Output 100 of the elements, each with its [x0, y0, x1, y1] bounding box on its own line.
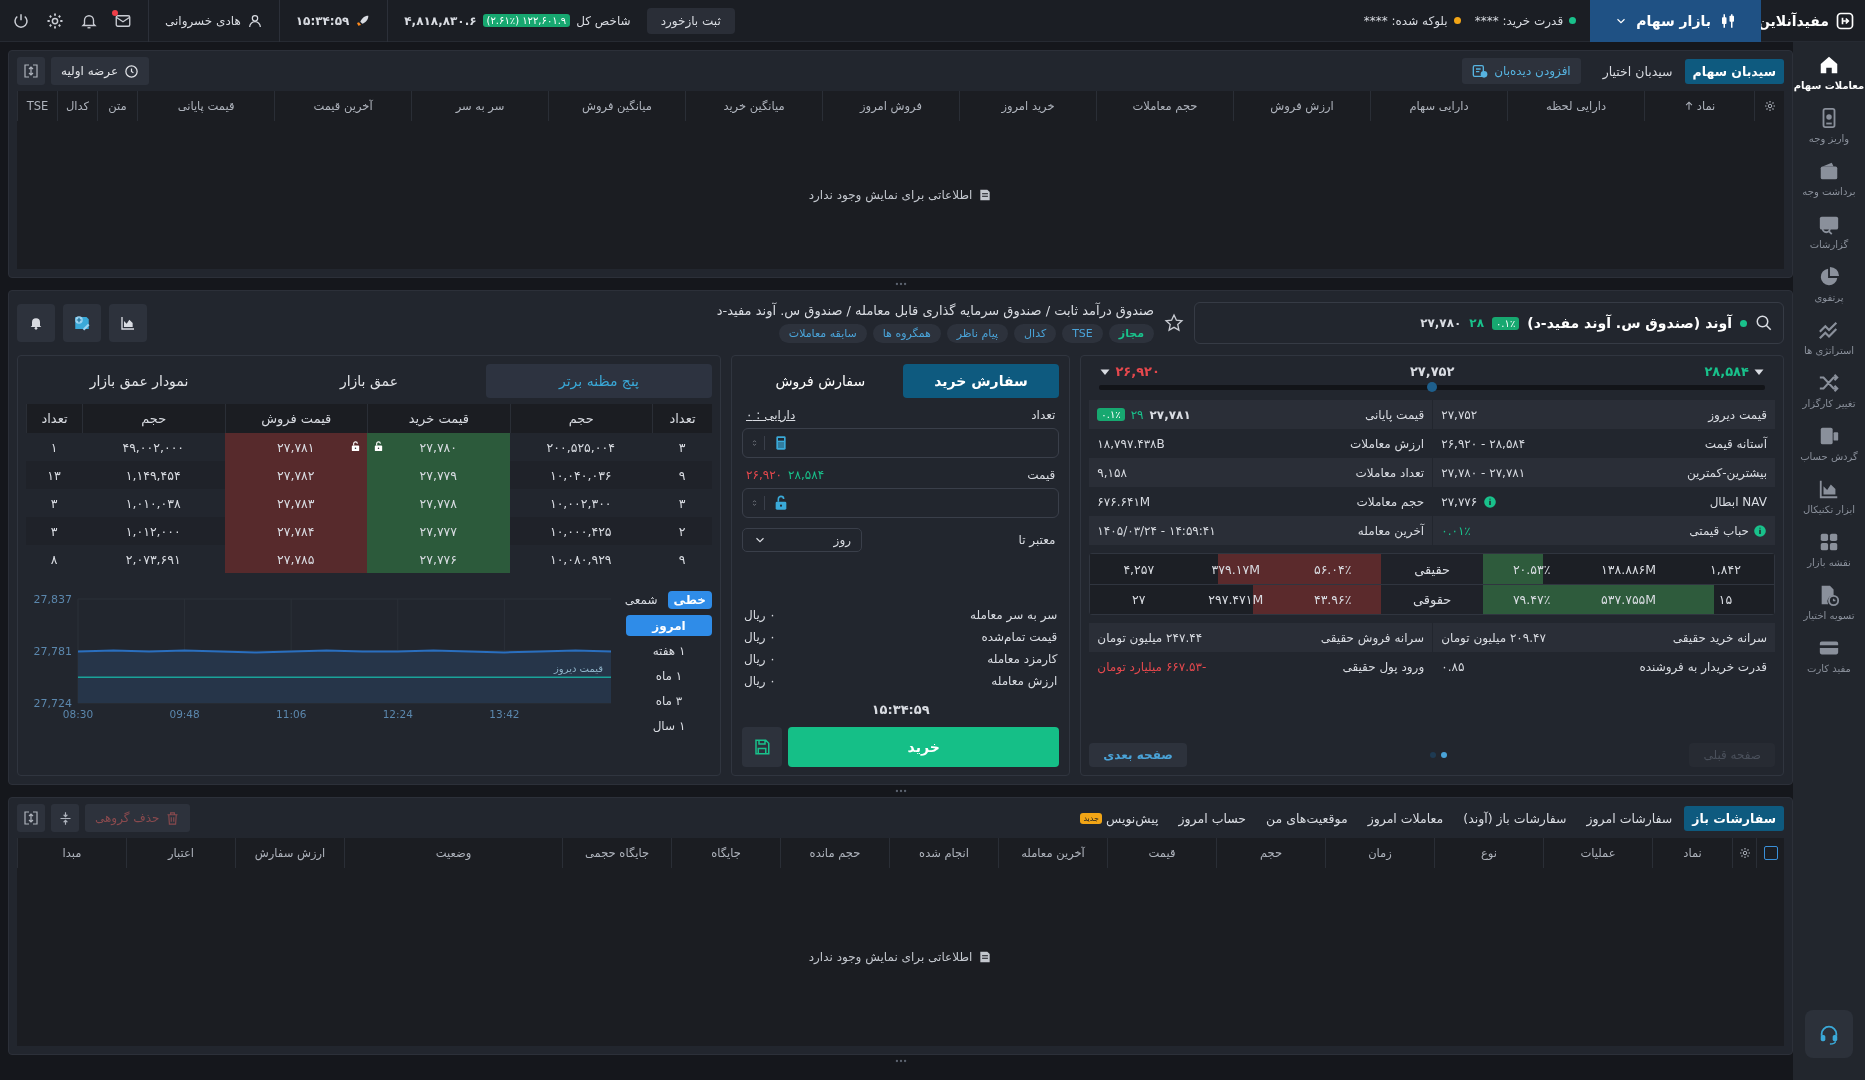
sidebar-item[interactable]: گزارشات — [1793, 207, 1865, 260]
axis-tick-label: 08:30 — [62, 708, 94, 720]
orders-tab[interactable]: سفارشات باز — [1684, 805, 1784, 831]
bid-price-cell[interactable]: ۲۷,۷۷۷ — [367, 517, 510, 545]
lower-price-limit: ۲۶,۹۲۰ — [1115, 364, 1160, 379]
chart-type-toggle[interactable]: شمعی — [618, 591, 664, 609]
price-field[interactable] — [742, 488, 1060, 518]
table-cell-text: ۱۰,۰۸۰,۹۲۹ — [548, 550, 613, 569]
page-dot[interactable] — [1440, 752, 1447, 758]
link-tag[interactable]: همگروه ها — [872, 324, 941, 343]
sidebar-item[interactable]: تسویه اختیار — [1793, 578, 1865, 631]
calculator-icon[interactable] — [773, 435, 789, 451]
sidebar-item[interactable]: پرتفوی — [1793, 260, 1865, 313]
orders-tab[interactable]: حساب امروز — [1170, 805, 1255, 831]
ipo-button[interactable]: عرضه اولیه — [51, 57, 150, 85]
orders-tab[interactable]: پیش‌نویس جدید — [1072, 805, 1167, 831]
stat-label: حباب قیمتی — [1689, 523, 1749, 538]
support-button[interactable] — [1805, 1010, 1853, 1058]
bid-price-cell[interactable]: ۲۷,۷۷۸ — [367, 489, 510, 517]
save-draft-button[interactable] — [742, 727, 782, 767]
sidebar-item[interactable]: تغییر کارگزار — [1793, 366, 1865, 419]
chart-button[interactable] — [109, 304, 147, 342]
axis-tick-label: 11:06 — [276, 708, 307, 720]
feedback-button[interactable]: ثبت بازخورد — [646, 7, 735, 34]
symbol-search-field[interactable]: آوند (صندوق س. آوند مفید-د) ۰.۱٪ ۲۸ ۲۷,۷۸۰ — [1194, 302, 1784, 344]
wallet-icon — [1818, 160, 1840, 182]
next-page-button[interactable]: صفحه بعدی — [1089, 743, 1187, 767]
pin-button[interactable] — [51, 804, 79, 832]
buy-percent: ۲۰.۵۳٪ — [1511, 561, 1552, 577]
sidebar-item[interactable]: برداشت وجه — [1793, 154, 1865, 207]
orders-tab[interactable]: موقعیت‌های من — [1258, 805, 1356, 831]
column-header: تعداد — [26, 404, 82, 433]
sidebar-item[interactable]: ابزار تکنیکال — [1793, 472, 1865, 525]
link-tag[interactable]: پیام ناظر — [946, 324, 1009, 343]
period-option[interactable]: ۳ ماه — [626, 690, 712, 711]
stat-value: ۱۴۰۵/۰۳/۲۴ - ۱۴:۵۹:۴۱ — [1097, 523, 1216, 538]
sidebar-item[interactable]: نقشه بازار — [1793, 525, 1865, 578]
stat-label: قدرت خریدار به فروشنده — [1639, 659, 1767, 674]
sidebar-item[interactable]: استراتژی ها — [1793, 313, 1865, 366]
order-side-tab[interactable]: سفارش فروش — [742, 364, 899, 398]
expand-button[interactable] — [17, 804, 45, 832]
symbol-name: آوند (صندوق س. آوند مفید-د) — [1527, 315, 1732, 331]
price-change: ۲۸ — [1469, 316, 1484, 330]
orders-tab[interactable]: سفارشات باز (آوند) — [1455, 805, 1575, 831]
orders-tab[interactable]: معاملات امروز — [1359, 805, 1452, 831]
buyer-count: ۱,۸۴۲ — [1709, 561, 1742, 577]
link-tag[interactable]: سابقه معاملات — [778, 324, 867, 343]
quantity-field[interactable] — [742, 428, 1060, 458]
watchlist-tab[interactable]: سیدبان اختیار — [1594, 58, 1681, 84]
stat-label: سرانه خرید حقیقی — [1672, 630, 1767, 645]
power-button[interactable] — [12, 11, 30, 30]
link-tag[interactable]: TSE — [1062, 324, 1103, 343]
order-book-tab[interactable]: عمق بازار — [256, 364, 482, 398]
select-all-checkbox[interactable] — [1763, 846, 1778, 860]
buy-volume: ۱۳۸.۸۸۶M — [1600, 561, 1658, 577]
trash-icon — [165, 810, 181, 826]
add-note-button[interactable] — [63, 304, 101, 342]
watchlist-tab[interactable]: سیدبان سهام — [1684, 58, 1784, 84]
order-book-tab[interactable]: پنج مظنه برتر — [486, 364, 712, 398]
link-tag[interactable]: کدال — [1014, 324, 1057, 343]
period-option[interactable]: ۱ ماه — [626, 665, 712, 686]
holding-link[interactable]: دارایی : ۰ — [746, 408, 796, 422]
order-side-tab[interactable]: سفارش خرید — [902, 364, 1060, 398]
orders-tab[interactable]: سفارشات امروز — [1578, 805, 1681, 831]
sidebar-item[interactable]: مفید کارت — [1793, 631, 1865, 684]
market-selector[interactable]: بازار سهام — [1590, 0, 1761, 42]
bid-price-cell[interactable]: ۲۷,۷۸۰ — [367, 433, 510, 461]
favorite-button[interactable] — [1164, 313, 1184, 333]
sidebar-item[interactable]: معاملات سهام — [1793, 48, 1865, 101]
order-book-tab[interactable]: نمودار عمق بازار — [26, 364, 252, 398]
padlock-icon[interactable] — [773, 495, 789, 511]
ask-price-cell[interactable]: ۲۷,۷۸۴ — [224, 517, 367, 545]
sidebar-item[interactable]: گردش حساب — [1793, 419, 1865, 472]
upper-price-limit[interactable]: ۲۸,۵۸۴ — [788, 468, 825, 482]
status-tag[interactable]: مجاز — [1108, 324, 1154, 343]
settings-icon[interactable] — [1738, 847, 1751, 859]
bid-price-cell[interactable]: ۲۷,۷۷۹ — [367, 461, 510, 489]
ask-price-cell[interactable]: ۲۷,۷۸۳ — [224, 489, 367, 517]
add-watchlist-button[interactable]: افزودن دیده‌بان — [1462, 58, 1581, 84]
bid-price-cell[interactable]: ۲۷,۷۷۶ — [367, 545, 510, 573]
area-chart-icon — [120, 315, 136, 331]
ask-price-cell[interactable]: ۲۷,۷۸۲ — [224, 461, 367, 489]
alert-button[interactable] — [17, 304, 55, 342]
settings-icon[interactable] — [1763, 100, 1776, 112]
period-option[interactable]: ۱ سال — [626, 715, 712, 736]
page-dot[interactable] — [1429, 752, 1436, 758]
mail-button[interactable] — [114, 11, 132, 30]
expand-button[interactable] — [17, 57, 45, 85]
ask-price-cell[interactable]: ۲۷,۷۸۵ — [224, 545, 367, 573]
info-icon[interactable] — [1753, 523, 1767, 538]
validity-select[interactable]: روز — [742, 528, 862, 552]
settings-button[interactable] — [46, 11, 64, 30]
sidebar-item[interactable]: واریز وجه — [1793, 101, 1865, 154]
lower-price-limit[interactable]: ۲۶,۹۲۰ — [746, 468, 783, 482]
period-option[interactable]: ۱ هفته — [626, 640, 712, 661]
stat-label: تعداد معاملات — [1355, 465, 1425, 480]
clock-time: ۱۵:۳۴:۵۹ — [295, 13, 350, 28]
ask-price-cell[interactable]: ۲۷,۷۸۱ — [224, 433, 367, 461]
info-icon[interactable] — [1483, 494, 1498, 509]
stat-value: ۲۷,۷۸۰ - ۲۷,۷۸۱ — [1441, 465, 1526, 480]
